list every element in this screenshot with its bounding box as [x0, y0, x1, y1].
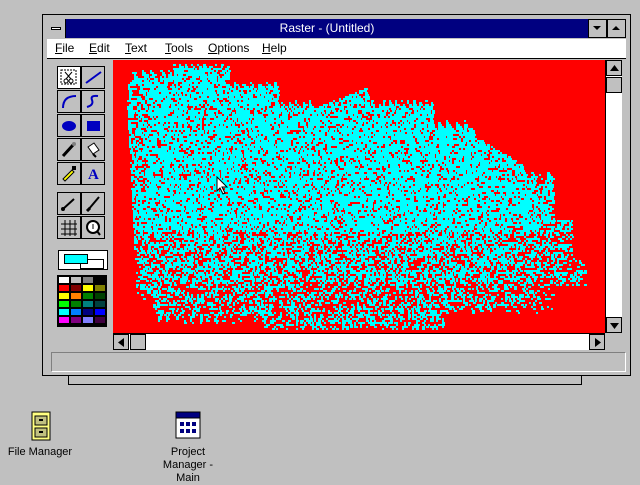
palette-color[interactable] [70, 284, 82, 292]
minimize-button[interactable] [588, 19, 607, 38]
palette-color[interactable] [82, 308, 94, 316]
tool-text[interactable]: A [81, 162, 105, 185]
arrow-up-icon [610, 64, 619, 73]
tool-dropper-line[interactable] [57, 192, 81, 215]
line-icon [84, 69, 102, 86]
drawing-canvas[interactable] [113, 60, 605, 333]
palette-color[interactable] [58, 308, 70, 316]
color-selector[interactable] [58, 250, 108, 270]
palette-color[interactable] [94, 308, 106, 316]
foreground-color-swatch[interactable] [64, 254, 88, 264]
scroll-left-button[interactable] [113, 334, 129, 350]
palette-color[interactable] [82, 284, 94, 292]
palette-color[interactable] [70, 308, 82, 316]
airbrush-icon [60, 141, 78, 158]
arrow-down-icon [610, 321, 619, 330]
menu-bar: File Edit Text Tools Options Help [47, 39, 626, 59]
vertical-scroll-thumb[interactable] [606, 77, 622, 93]
background-window-edge [68, 376, 582, 385]
palette-color[interactable] [70, 276, 82, 284]
menu-options[interactable]: Options [208, 39, 249, 58]
tool-line[interactable] [81, 66, 105, 89]
vertical-scrollbar[interactable] [605, 60, 622, 333]
menu-text[interactable]: Text [125, 39, 147, 58]
scroll-up-button[interactable] [606, 60, 622, 76]
maximize-arrow-icon [608, 20, 625, 37]
ellipse-icon [60, 117, 78, 134]
scroll-down-button[interactable] [606, 317, 622, 333]
file-cabinet-icon [24, 410, 56, 442]
maximize-button[interactable] [607, 19, 626, 38]
horizontal-scrollbar[interactable] [113, 333, 605, 350]
desktop-icon-project-manager[interactable]: Project Manager - Main [148, 410, 228, 485]
zoom-icon [84, 219, 102, 236]
raster-window: Raster - (Untitled) File Edit Text Tools… [42, 14, 631, 376]
palette-color[interactable] [94, 284, 106, 292]
palette-color[interactable] [82, 316, 94, 324]
tool-brush[interactable] [81, 192, 105, 215]
text-icon: A [84, 165, 102, 182]
tool-grid[interactable] [57, 216, 81, 239]
mouse-pointer-icon [216, 176, 232, 196]
system-menu-button[interactable] [47, 19, 66, 38]
dropper-line-icon [60, 195, 78, 212]
status-bar [51, 352, 626, 372]
tool-rectangle[interactable] [81, 114, 105, 137]
palette-color[interactable] [94, 316, 106, 324]
program-group-icon [172, 410, 204, 442]
scroll-right-button[interactable] [589, 334, 605, 350]
desktop-icon-label-line-2: Manager - [148, 459, 228, 472]
color-palette [57, 275, 107, 327]
brush-icon [84, 195, 102, 212]
palette-color[interactable] [58, 300, 70, 308]
tool-scissors-select[interactable] [57, 66, 81, 89]
desktop-icon-label-line-3: Main [148, 472, 228, 485]
toolbox: A [53, 63, 111, 326]
palette-color[interactable] [58, 292, 70, 300]
system-menu-icon [51, 27, 61, 30]
desktop-icon-label-line-1: Project [148, 446, 228, 459]
palette-color[interactable] [58, 316, 70, 324]
painted-image [113, 60, 605, 333]
palette-color[interactable] [94, 300, 106, 308]
menu-edit[interactable]: Edit [89, 39, 110, 58]
palette-color[interactable] [82, 276, 94, 284]
tool-curve[interactable] [57, 90, 81, 113]
curve-icon [60, 93, 78, 110]
tool-zoom[interactable] [81, 216, 105, 239]
scrollbar-corner [605, 333, 622, 350]
eyedropper-icon [60, 165, 78, 182]
palette-color[interactable] [58, 284, 70, 292]
palette-color[interactable] [70, 300, 82, 308]
paint-bucket-icon [84, 141, 102, 158]
menu-tools[interactable]: Tools [165, 39, 193, 58]
tool-freehand[interactable] [81, 90, 105, 113]
horizontal-scroll-thumb[interactable] [130, 334, 146, 350]
menu-help[interactable]: Help [262, 39, 287, 58]
tool-eyedropper[interactable] [57, 162, 81, 185]
freehand-icon [84, 93, 102, 110]
arrow-left-icon [117, 338, 126, 347]
tool-airbrush[interactable] [57, 138, 81, 161]
palette-color[interactable] [82, 292, 94, 300]
rectangle-icon [84, 117, 102, 134]
title-bar[interactable]: Raster - (Untitled) [47, 19, 626, 38]
desktop-icon-label: File Manager [0, 446, 80, 459]
arrow-right-icon [593, 338, 602, 347]
desktop-icon-file-manager[interactable]: File Manager [0, 410, 80, 459]
palette-color[interactable] [82, 300, 94, 308]
palette-color[interactable] [94, 292, 106, 300]
palette-color[interactable] [70, 292, 82, 300]
palette-color[interactable] [58, 276, 70, 284]
minimize-arrow-icon [589, 20, 606, 37]
palette-color[interactable] [94, 276, 106, 284]
grid-icon [60, 219, 78, 236]
svg-text:A: A [88, 167, 99, 182]
scissors-select-icon [60, 69, 78, 86]
window-title: Raster - (Untitled) [66, 19, 588, 38]
palette-color[interactable] [70, 316, 82, 324]
tool-paint-bucket[interactable] [81, 138, 105, 161]
tool-ellipse[interactable] [57, 114, 81, 137]
menu-file[interactable]: File [55, 39, 74, 58]
